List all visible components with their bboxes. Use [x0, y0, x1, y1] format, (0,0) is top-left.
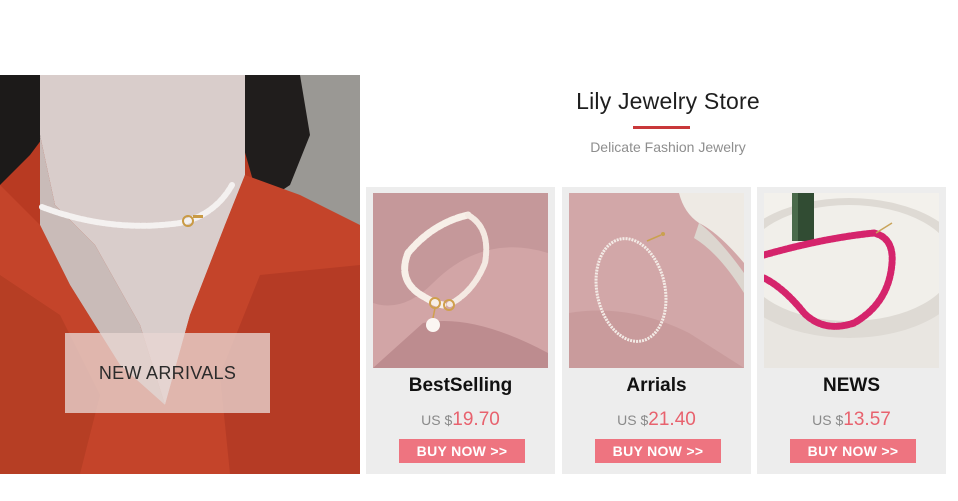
buy-now-button[interactable]: BUY NOW >> — [399, 439, 525, 463]
price-currency: US $ — [812, 412, 844, 428]
product-image[interactable] — [373, 193, 548, 368]
buy-now-button[interactable]: BUY NOW >> — [790, 439, 916, 463]
product-name[interactable]: BestSelling — [366, 375, 555, 397]
product-card-bestselling[interactable]: BestSelling US $19.70 BUY NOW >> — [366, 187, 555, 474]
price: US $19.70 — [366, 409, 555, 431]
price-amount: 13.57 — [843, 409, 891, 430]
new-arrivals-label[interactable]: NEW ARRIVALS — [65, 333, 270, 413]
store-subtitle: Delicate Fashion Jewelry — [590, 139, 746, 155]
price: US $13.57 — [757, 409, 946, 431]
product-name[interactable]: NEWS — [757, 375, 946, 397]
product-card-arrials[interactable]: Arrials US $21.40 BUY NOW >> — [562, 187, 751, 474]
price-amount: 19.70 — [452, 409, 500, 430]
price: US $21.40 — [562, 409, 751, 431]
hero-photo — [0, 75, 360, 474]
product-image[interactable] — [764, 193, 939, 368]
product-image[interactable] — [569, 193, 744, 368]
title-divider — [633, 126, 690, 129]
hero-banner[interactable]: NEW ARRIVALS — [0, 75, 360, 474]
price-amount: 21.40 — [648, 409, 696, 430]
price-currency: US $ — [421, 412, 453, 428]
buy-now-button[interactable]: BUY NOW >> — [595, 439, 721, 463]
product-name[interactable]: Arrials — [562, 375, 751, 397]
price-currency: US $ — [617, 412, 649, 428]
product-card-news[interactable]: NEWS US $13.57 BUY NOW >> — [757, 187, 946, 474]
store-title: Lily Jewelry Store — [576, 88, 760, 114]
